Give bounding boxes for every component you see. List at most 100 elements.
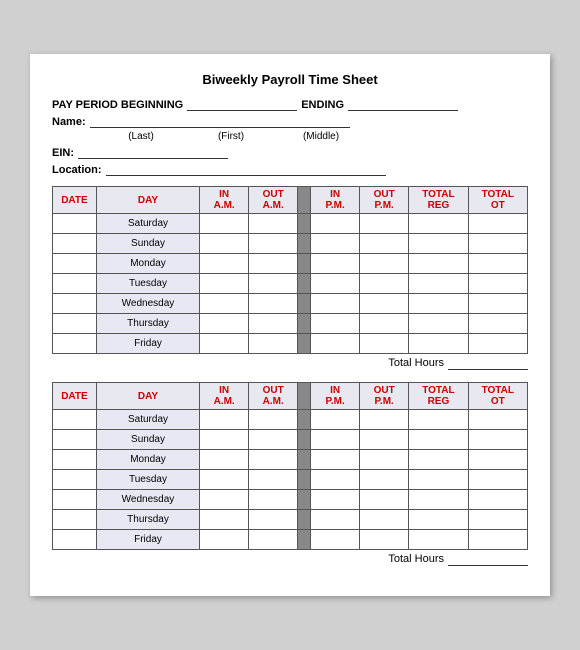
out-pm-cell[interactable]	[360, 450, 409, 470]
in-pm-cell[interactable]	[311, 294, 360, 314]
out-pm-cell[interactable]	[360, 234, 409, 254]
out-am-cell[interactable]	[249, 234, 298, 254]
out-am-cell[interactable]	[249, 314, 298, 334]
out-am-cell[interactable]	[249, 530, 298, 550]
total-reg-cell[interactable]	[409, 410, 468, 430]
date-cell[interactable]	[53, 214, 97, 234]
total-ot-cell[interactable]	[468, 254, 527, 274]
in-pm-cell[interactable]	[311, 274, 360, 294]
in-am-cell[interactable]	[200, 470, 249, 490]
date-cell[interactable]	[53, 530, 97, 550]
date-cell[interactable]	[53, 254, 97, 274]
out-pm-cell[interactable]	[360, 214, 409, 234]
out-pm-cell[interactable]	[360, 274, 409, 294]
total-ot-cell[interactable]	[468, 510, 527, 530]
total-reg-cell[interactable]	[409, 510, 468, 530]
out-pm-cell[interactable]	[360, 430, 409, 450]
out-am-cell[interactable]	[249, 490, 298, 510]
in-pm-cell[interactable]	[311, 234, 360, 254]
in-pm-cell[interactable]	[311, 430, 360, 450]
total-reg-cell[interactable]	[409, 234, 468, 254]
out-am-cell[interactable]	[249, 294, 298, 314]
total-ot-cell[interactable]	[468, 430, 527, 450]
total-ot-cell[interactable]	[468, 214, 527, 234]
date-cell[interactable]	[53, 470, 97, 490]
pay-period-ending-input[interactable]	[348, 97, 458, 111]
in-pm-cell[interactable]	[311, 314, 360, 334]
out-am-cell[interactable]	[249, 410, 298, 430]
total-reg-cell[interactable]	[409, 334, 468, 354]
in-am-cell[interactable]	[200, 314, 249, 334]
total-reg-cell[interactable]	[409, 274, 468, 294]
date-cell[interactable]	[53, 510, 97, 530]
total-ot-cell[interactable]	[468, 530, 527, 550]
out-pm-cell[interactable]	[360, 410, 409, 430]
out-am-cell[interactable]	[249, 430, 298, 450]
in-am-cell[interactable]	[200, 294, 249, 314]
out-pm-cell[interactable]	[360, 510, 409, 530]
total-ot-cell[interactable]	[468, 294, 527, 314]
date-cell[interactable]	[53, 490, 97, 510]
out-am-cell[interactable]	[249, 450, 298, 470]
out-am-cell[interactable]	[249, 254, 298, 274]
in-am-cell[interactable]	[200, 490, 249, 510]
total-ot-cell[interactable]	[468, 274, 527, 294]
date-cell[interactable]	[53, 294, 97, 314]
total-reg-cell[interactable]	[409, 470, 468, 490]
out-pm-cell[interactable]	[360, 490, 409, 510]
total-ot-cell[interactable]	[468, 410, 527, 430]
in-am-cell[interactable]	[200, 410, 249, 430]
in-pm-cell[interactable]	[311, 450, 360, 470]
week2-total-hours-input[interactable]	[448, 552, 528, 566]
ein-input[interactable]	[78, 145, 228, 159]
in-am-cell[interactable]	[200, 430, 249, 450]
total-ot-cell[interactable]	[468, 470, 527, 490]
in-pm-cell[interactable]	[311, 510, 360, 530]
date-cell[interactable]	[53, 314, 97, 334]
in-am-cell[interactable]	[200, 450, 249, 470]
date-cell[interactable]	[53, 274, 97, 294]
out-am-cell[interactable]	[249, 470, 298, 490]
in-pm-cell[interactable]	[311, 490, 360, 510]
out-am-cell[interactable]	[249, 510, 298, 530]
in-am-cell[interactable]	[200, 274, 249, 294]
total-reg-cell[interactable]	[409, 490, 468, 510]
total-reg-cell[interactable]	[409, 450, 468, 470]
total-reg-cell[interactable]	[409, 530, 468, 550]
total-ot-cell[interactable]	[468, 450, 527, 470]
total-reg-cell[interactable]	[409, 314, 468, 334]
out-am-cell[interactable]	[249, 334, 298, 354]
total-reg-cell[interactable]	[409, 214, 468, 234]
in-am-cell[interactable]	[200, 254, 249, 274]
out-pm-cell[interactable]	[360, 470, 409, 490]
total-reg-cell[interactable]	[409, 254, 468, 274]
in-pm-cell[interactable]	[311, 530, 360, 550]
name-input[interactable]	[90, 114, 350, 128]
out-pm-cell[interactable]	[360, 530, 409, 550]
in-am-cell[interactable]	[200, 510, 249, 530]
in-pm-cell[interactable]	[311, 334, 360, 354]
out-pm-cell[interactable]	[360, 314, 409, 334]
date-cell[interactable]	[53, 334, 97, 354]
date-cell[interactable]	[53, 234, 97, 254]
out-pm-cell[interactable]	[360, 334, 409, 354]
total-reg-cell[interactable]	[409, 430, 468, 450]
total-reg-cell[interactable]	[409, 294, 468, 314]
in-am-cell[interactable]	[200, 530, 249, 550]
week1-total-hours-input[interactable]	[448, 356, 528, 370]
in-pm-cell[interactable]	[311, 214, 360, 234]
pay-period-beginning-input[interactable]	[187, 97, 297, 111]
out-am-cell[interactable]	[249, 214, 298, 234]
in-pm-cell[interactable]	[311, 254, 360, 274]
total-ot-cell[interactable]	[468, 490, 527, 510]
in-am-cell[interactable]	[200, 334, 249, 354]
out-pm-cell[interactable]	[360, 254, 409, 274]
total-ot-cell[interactable]	[468, 314, 527, 334]
out-am-cell[interactable]	[249, 274, 298, 294]
date-cell[interactable]	[53, 450, 97, 470]
location-input[interactable]	[106, 162, 386, 176]
in-am-cell[interactable]	[200, 234, 249, 254]
in-am-cell[interactable]	[200, 214, 249, 234]
out-pm-cell[interactable]	[360, 294, 409, 314]
total-ot-cell[interactable]	[468, 234, 527, 254]
